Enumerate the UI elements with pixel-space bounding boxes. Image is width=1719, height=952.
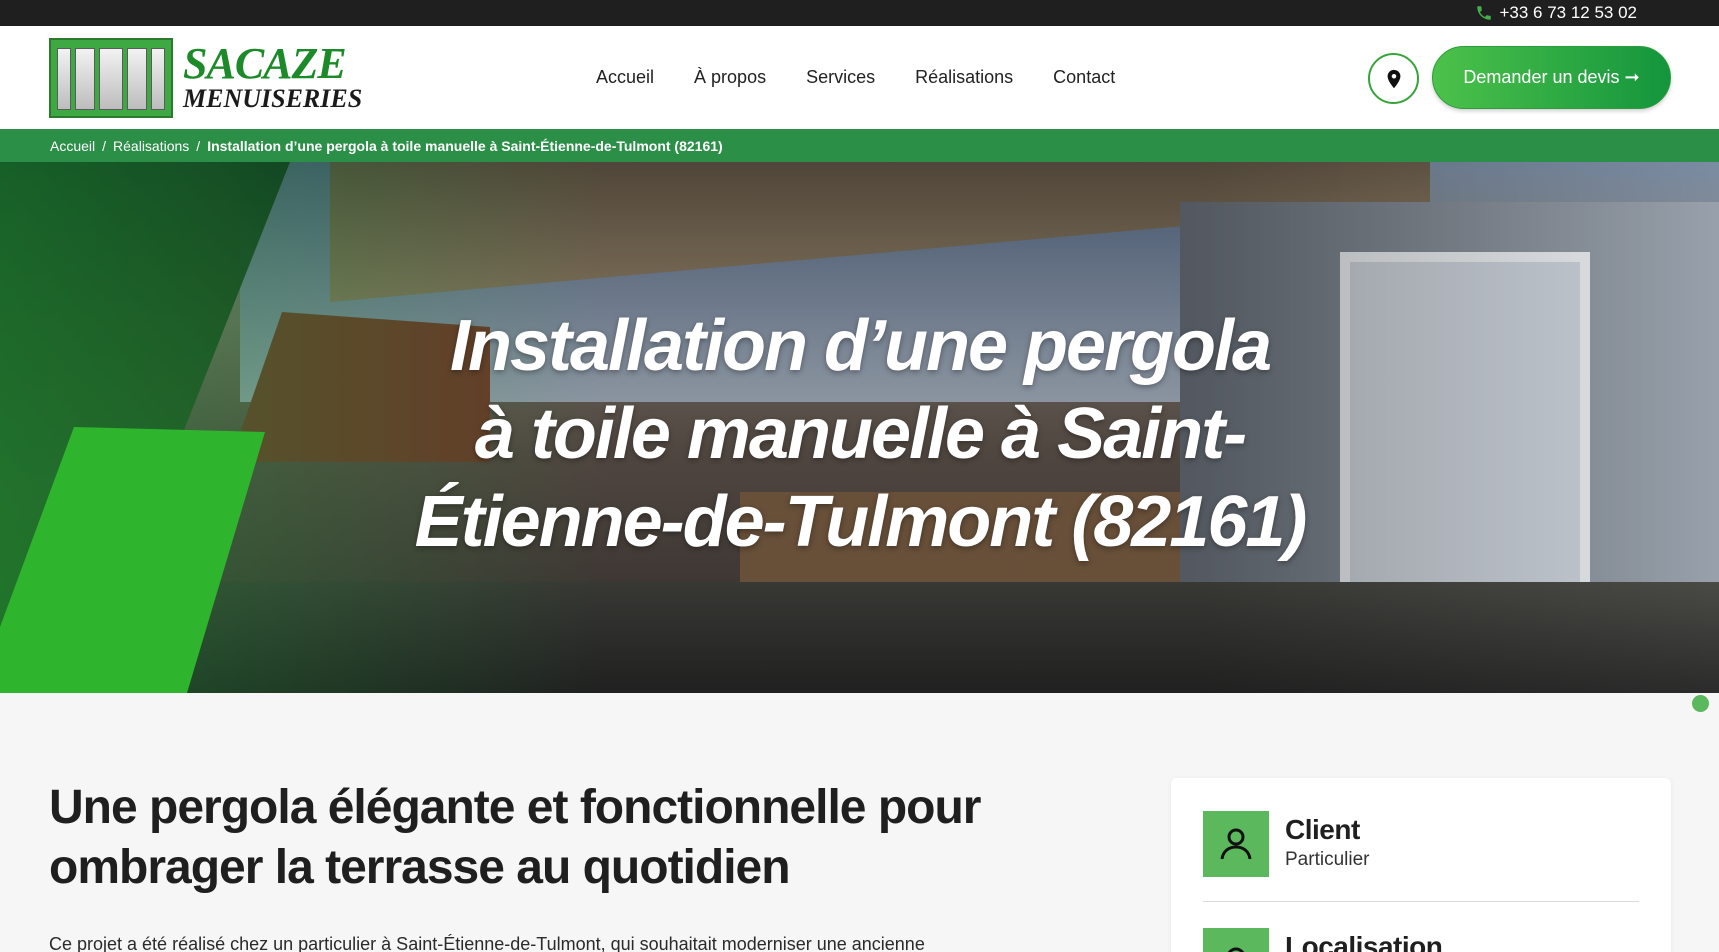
top-bar: +33 6 73 12 53 02 [0, 0, 1719, 26]
breadcrumb: Accueil / Réalisations / Installation d’… [0, 129, 1719, 162]
phone-icon [1477, 6, 1492, 20]
location-icon-box [1203, 928, 1269, 952]
info-location-label: Localisation [1285, 931, 1443, 952]
breadcrumb-separator: / [102, 137, 107, 154]
intro-paragraph: Ce projet a été réalisé chez un particul… [49, 934, 925, 952]
breadcrumb-parent[interactable]: Réalisations [113, 138, 189, 154]
map-pin-icon [1387, 69, 1400, 88]
hero-title-line-1: Installation d’une pergola [449, 306, 1272, 386]
location-button[interactable] [1368, 53, 1419, 104]
nav-item-realisations[interactable]: Réalisations [915, 67, 1013, 88]
request-quote-button[interactable]: Demander un devis ➞ [1432, 46, 1671, 109]
nav-item-services[interactable]: Services [806, 67, 875, 88]
main-nav: Accueil À propos Services Réalisations C… [596, 26, 1115, 129]
scroll-indicator-dot[interactable] [1692, 695, 1709, 712]
breadcrumb-separator: / [196, 137, 201, 154]
logo-brand-name: SACAZE [183, 39, 347, 88]
breadcrumb-home[interactable]: Accueil [50, 138, 95, 154]
info-divider [1203, 901, 1639, 902]
info-client-value: Particulier [1285, 849, 1370, 870]
nav-item-contact[interactable]: Contact [1053, 67, 1115, 88]
info-client: Client Particulier [1203, 811, 1369, 877]
hero-title-line-2: à toile manuelle à Saint- [474, 394, 1247, 474]
breadcrumb-current: Installation d’une pergola à toile manue… [207, 137, 723, 154]
site-header: SACAZE MENUISERIES Accueil À propos Serv… [0, 26, 1719, 129]
hero-title-line-3: Étienne-de-Tulmont (82161) [414, 482, 1308, 562]
logo-brand-sub: MENUISERIES [183, 84, 363, 113]
project-info-card: Client Particulier Localisation [1171, 778, 1671, 952]
section-title-line-2: ombrager la terrasse au quotidien [49, 841, 791, 894]
site-logo[interactable]: SACAZE MENUISERIES [49, 38, 362, 120]
phone-link[interactable]: +33 6 73 12 53 02 [1475, 1, 1637, 25]
info-location: Localisation [1203, 928, 1443, 952]
hero-title: Installation d’une pergola à toile manue… [330, 302, 1390, 566]
section-title-line-1: Une pergola élégante et fonctionnelle po… [49, 781, 981, 834]
map-pin-icon [1227, 947, 1245, 952]
info-client-label: Client [1285, 814, 1360, 845]
logo-window-icon [49, 38, 173, 118]
hero-banner: Installation d’une pergola à toile manue… [0, 162, 1719, 693]
section-title: Une pergola élégante et fonctionnelle po… [49, 778, 1049, 898]
nav-item-a-propos[interactable]: À propos [694, 67, 766, 88]
user-icon-box [1203, 811, 1269, 877]
phone-number: +33 6 73 12 53 02 [1499, 3, 1637, 22]
user-icon [1220, 828, 1252, 860]
nav-item-accueil[interactable]: Accueil [596, 67, 654, 88]
